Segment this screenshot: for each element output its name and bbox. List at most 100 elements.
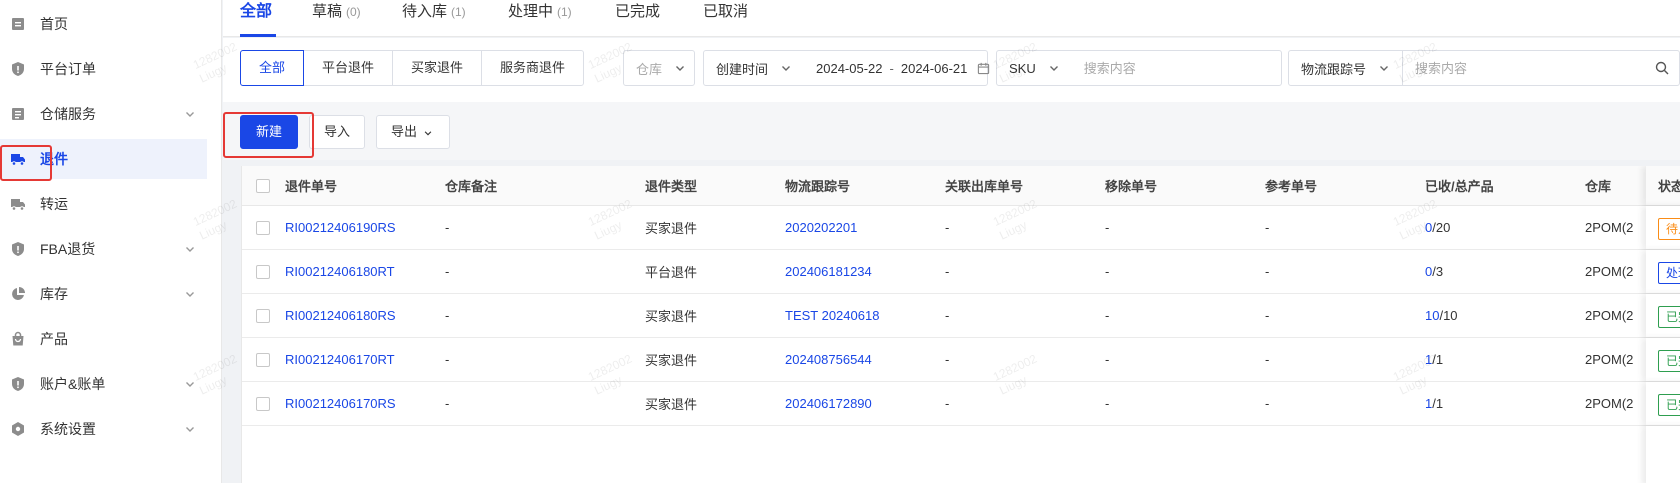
tracking-number-link[interactable]: 202406181234 xyxy=(785,250,872,293)
segment-provider-return[interactable]: 服务商退件 xyxy=(481,50,585,86)
outbound-order: - xyxy=(945,220,950,235)
tab-all[interactable]: 全部 xyxy=(240,0,277,37)
sidebar-item-label: 首页 xyxy=(40,16,68,32)
received-total: 10/10 xyxy=(1425,308,1458,323)
date-range-input[interactable]: 2024-05-22 - 2024-06-21 xyxy=(804,51,998,85)
sidebar-item-products[interactable]: 产品 xyxy=(0,319,207,359)
tracking-search: 物流跟踪号 xyxy=(1288,50,1680,86)
removal-order: - xyxy=(1105,264,1110,279)
tab-completed[interactable]: 已完成 xyxy=(615,0,664,37)
sku-search-input[interactable] xyxy=(1071,51,1272,85)
row-checkbox[interactable] xyxy=(256,396,270,411)
date-range-filter: 创建时间 2024-05-22 - 2024-06-21 xyxy=(703,50,990,86)
chevron-down-icon xyxy=(676,66,685,71)
truck-icon xyxy=(11,154,25,166)
segment-buyer-return[interactable]: 买家退件 xyxy=(392,50,483,86)
sidebar-item-fba-returns[interactable]: FBA退货 xyxy=(0,229,207,269)
column-header: 状态 xyxy=(1658,179,1680,194)
reference-number: - xyxy=(1265,264,1270,279)
select-all-checkbox[interactable] xyxy=(256,178,270,193)
import-button[interactable]: 导入 xyxy=(309,115,365,149)
row-checkbox[interactable] xyxy=(256,352,270,367)
return-id-link[interactable]: RI00212406190RS xyxy=(285,206,396,249)
return-id-link[interactable]: RI00212406180RT xyxy=(285,250,395,293)
warehouse-code: 2POM(2 xyxy=(1585,308,1634,323)
sku-search: SKU xyxy=(996,50,1282,86)
column-header: 已收/总产品 xyxy=(1425,166,1494,205)
new-button[interactable]: 新建 xyxy=(240,115,298,149)
export-button[interactable]: 导出 xyxy=(376,115,450,149)
chevron-down-icon xyxy=(186,112,194,117)
sidebar-item-home[interactable]: 首页 xyxy=(0,4,207,44)
tab-pending-inbound[interactable]: 待入库 (1) xyxy=(402,0,466,37)
status-badge: 已完成 xyxy=(1658,350,1680,372)
sidebar-item-label: 账户&账单 xyxy=(40,376,106,392)
warehouse-code: 2POM(2 xyxy=(1585,220,1634,235)
date-separator: - xyxy=(889,60,894,76)
outbound-order: - xyxy=(945,308,950,323)
status-badge: 处理中 xyxy=(1658,262,1680,284)
row-checkbox[interactable] xyxy=(256,308,270,323)
segment-platform-return[interactable]: 平台退件 xyxy=(303,50,394,86)
chevron-down-icon xyxy=(186,382,194,387)
tab-processing[interactable]: 处理中 (1) xyxy=(508,0,572,37)
tracking-search-input[interactable] xyxy=(1403,51,1655,85)
tab-cancelled[interactable]: 已取消 xyxy=(703,0,752,37)
column-header: 退件类型 xyxy=(645,166,697,205)
tab-draft[interactable]: 草稿 (0) xyxy=(312,0,361,37)
chevron-down-icon xyxy=(1049,66,1058,71)
sidebar-item-label: FBA退货 xyxy=(40,241,96,257)
removal-order: - xyxy=(1105,308,1110,323)
sidebar-item-returns[interactable]: 退件 xyxy=(0,139,207,179)
tracking-number-link[interactable]: TEST 20240618 xyxy=(785,294,879,337)
sidebar-item-inventory[interactable]: 库存 xyxy=(0,274,207,314)
sidebar: 首页 平台订单 仓储服务 退件 转运 FBA退货 库存 产品 账户&账单 系统设… xyxy=(0,0,222,483)
sidebar-item-label: 平台订单 xyxy=(40,61,96,77)
tracking-number-link[interactable]: 202408756544 xyxy=(785,338,872,381)
status-badge: 已完成 xyxy=(1658,306,1680,328)
column-header: 移除单号 xyxy=(1105,166,1157,205)
date-field-select[interactable]: 创建时间 xyxy=(704,51,804,85)
home-icon xyxy=(12,18,24,30)
date-start: 2024-05-22 xyxy=(816,60,883,76)
warehouse-note: - xyxy=(445,308,450,323)
row-checkbox[interactable] xyxy=(256,264,270,279)
sidebar-item-platform-orders[interactable]: 平台订单 xyxy=(0,49,207,89)
return-id-link[interactable]: RI00212406170RS xyxy=(285,382,396,425)
row-checkbox[interactable] xyxy=(256,220,270,235)
sidebar-item-transfer[interactable]: 转运 xyxy=(0,184,207,224)
tracking-number-link[interactable]: 202406172890 xyxy=(785,382,872,425)
table-row: RI00212406190RS - 买家退件 2020202201 - - - … xyxy=(242,206,1680,250)
return-type: 买家退件 xyxy=(645,221,698,236)
status-badge: 已完成 xyxy=(1658,394,1680,416)
sidebar-item-label: 库存 xyxy=(40,286,68,302)
chevron-down-icon xyxy=(1380,66,1389,71)
sidebar-item-account-billing[interactable]: 账户&账单 xyxy=(0,364,207,404)
column-header: 参考单号 xyxy=(1265,166,1317,205)
sidebar-item-label: 系统设置 xyxy=(40,421,96,437)
sidebar-item-label: 退件 xyxy=(40,151,68,167)
table-row: RI00212406180RT - 平台退件 202406181234 - - … xyxy=(242,250,1680,294)
tracking-field-select[interactable]: 物流跟踪号 xyxy=(1289,51,1402,85)
return-type: 买家退件 xyxy=(645,309,698,324)
sidebar-item-label: 产品 xyxy=(40,331,68,347)
bag-icon xyxy=(12,331,24,346)
calendar-icon xyxy=(978,62,990,74)
warehouse-select[interactable]: 仓库 xyxy=(623,50,695,86)
segment-all[interactable]: 全部 xyxy=(240,50,305,86)
reference-number: - xyxy=(1265,308,1270,323)
warehouse-code: 2POM(2 xyxy=(1585,396,1634,411)
return-id-link[interactable]: RI00212406170RT xyxy=(285,338,395,381)
search-icon[interactable] xyxy=(1655,61,1669,75)
sidebar-item-label: 转运 xyxy=(40,196,68,212)
return-id-link[interactable]: RI00212406180RS xyxy=(285,294,396,337)
sidebar-item-warehouse-services[interactable]: 仓储服务 xyxy=(0,94,207,134)
table-row: RI00212406170RS - 买家退件 202406172890 - - … xyxy=(242,382,1680,426)
date-end: 2024-06-21 xyxy=(900,60,968,76)
warehouse-note: - xyxy=(445,220,450,235)
warehouse-note: - xyxy=(445,352,450,367)
tracking-number-link[interactable]: 2020202201 xyxy=(785,206,857,249)
sku-field-select[interactable]: SKU xyxy=(997,51,1072,85)
chevron-down-icon xyxy=(186,427,194,432)
sidebar-item-system-settings[interactable]: 系统设置 xyxy=(0,409,207,449)
